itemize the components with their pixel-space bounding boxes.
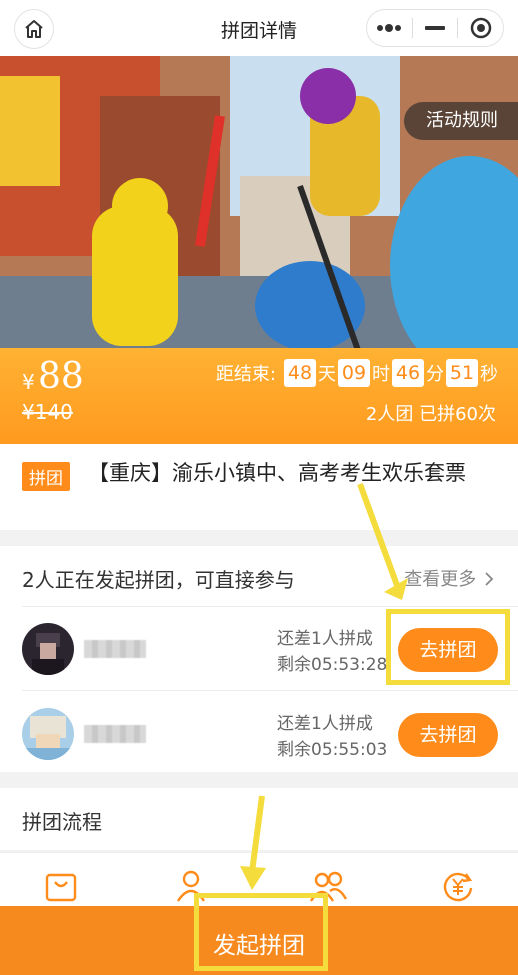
username-pixelated <box>84 725 146 743</box>
close-miniprogram-button[interactable] <box>458 10 503 46</box>
group-buy-tag: 拼团 <box>22 462 70 491</box>
group-process-label: 拼团流程 <box>22 810 102 834</box>
group-buy-detail-page: 拼团详情 活动规则 ¥ 88 ¥140 距结束: 48 天 09 时 46 分 … <box>0 0 518 975</box>
need-count: 还差1人拼成 <box>277 714 373 734</box>
countdown-seconds: 51 <box>446 359 478 387</box>
countdown-hours-unit: 时 <box>372 364 390 385</box>
shopping-bag-icon[interactable] <box>44 869 78 903</box>
highlight-box-launch <box>194 893 328 971</box>
countdown-days-unit: 天 <box>318 364 336 385</box>
target-close-icon <box>470 17 491 39</box>
minimize-button[interactable] <box>413 10 458 46</box>
countdown-minutes-unit: 分 <box>426 364 444 385</box>
view-more-label: 查看更多 <box>404 569 477 590</box>
avatar-image <box>22 623 74 675</box>
product-banner-image[interactable]: 活动规则 <box>0 56 518 348</box>
group-status: 还差1人拼成 剩余05:55:03 <box>277 711 387 763</box>
ongoing-groups-heading: 2人正在发起拼团，可直接参与 <box>22 568 295 592</box>
mini-program-capsule <box>366 9 504 47</box>
currency-symbol: ¥ <box>22 370 35 394</box>
minimize-icon <box>425 26 445 30</box>
username-pixelated <box>84 640 146 658</box>
chevron-right-icon <box>485 572 494 586</box>
group-status: 还差1人拼成 剩余05:53:28 <box>277 626 387 678</box>
more-button[interactable] <box>367 10 412 46</box>
countdown-minutes: 46 <box>392 359 424 387</box>
group-process-section[interactable]: 拼团流程 <box>0 788 518 850</box>
avatar-image <box>22 708 74 760</box>
product-title: 【重庆】渝乐小镇中、高考考生欢乐套票 <box>88 461 466 485</box>
countdown-label: 距结束: <box>215 364 276 385</box>
navbar: 拼团详情 <box>0 0 518 56</box>
activity-rules-button[interactable]: 活动规则 <box>404 102 518 140</box>
countdown-hours: 09 <box>338 359 370 387</box>
original-price: ¥140 <box>22 400 73 424</box>
avatar <box>22 623 74 675</box>
product-title-section: 【重庆】渝乐小镇中、高考考生欢乐套票 拼团 <box>0 444 518 530</box>
price-bar: ¥ 88 ¥140 距结束: 48 天 09 时 46 分 51 秒 2人团 已… <box>0 348 518 444</box>
banner-photo <box>0 56 518 348</box>
remaining-time: 剩余05:55:03 <box>277 740 388 760</box>
countdown: 距结束: 48 天 09 时 46 分 51 秒 <box>216 359 498 387</box>
yen-refresh-icon[interactable] <box>441 869 475 903</box>
list-item: 还差1人拼成 剩余05:55:03 去拼团 <box>22 690 518 774</box>
need-count: 还差1人拼成 <box>277 629 373 649</box>
current-price: 88 <box>38 356 84 397</box>
group-info: 2人团 已拼60次 <box>365 404 496 425</box>
more-dots-icon <box>377 24 402 32</box>
view-more-link[interactable]: 查看更多 <box>404 565 494 591</box>
avatar <box>22 708 74 760</box>
countdown-days: 48 <box>284 359 316 387</box>
join-group-button[interactable]: 去拼团 <box>398 713 498 757</box>
countdown-seconds-unit: 秒 <box>480 364 498 385</box>
highlight-box-join <box>386 609 510 685</box>
remaining-time: 剩余05:53:28 <box>277 655 388 675</box>
